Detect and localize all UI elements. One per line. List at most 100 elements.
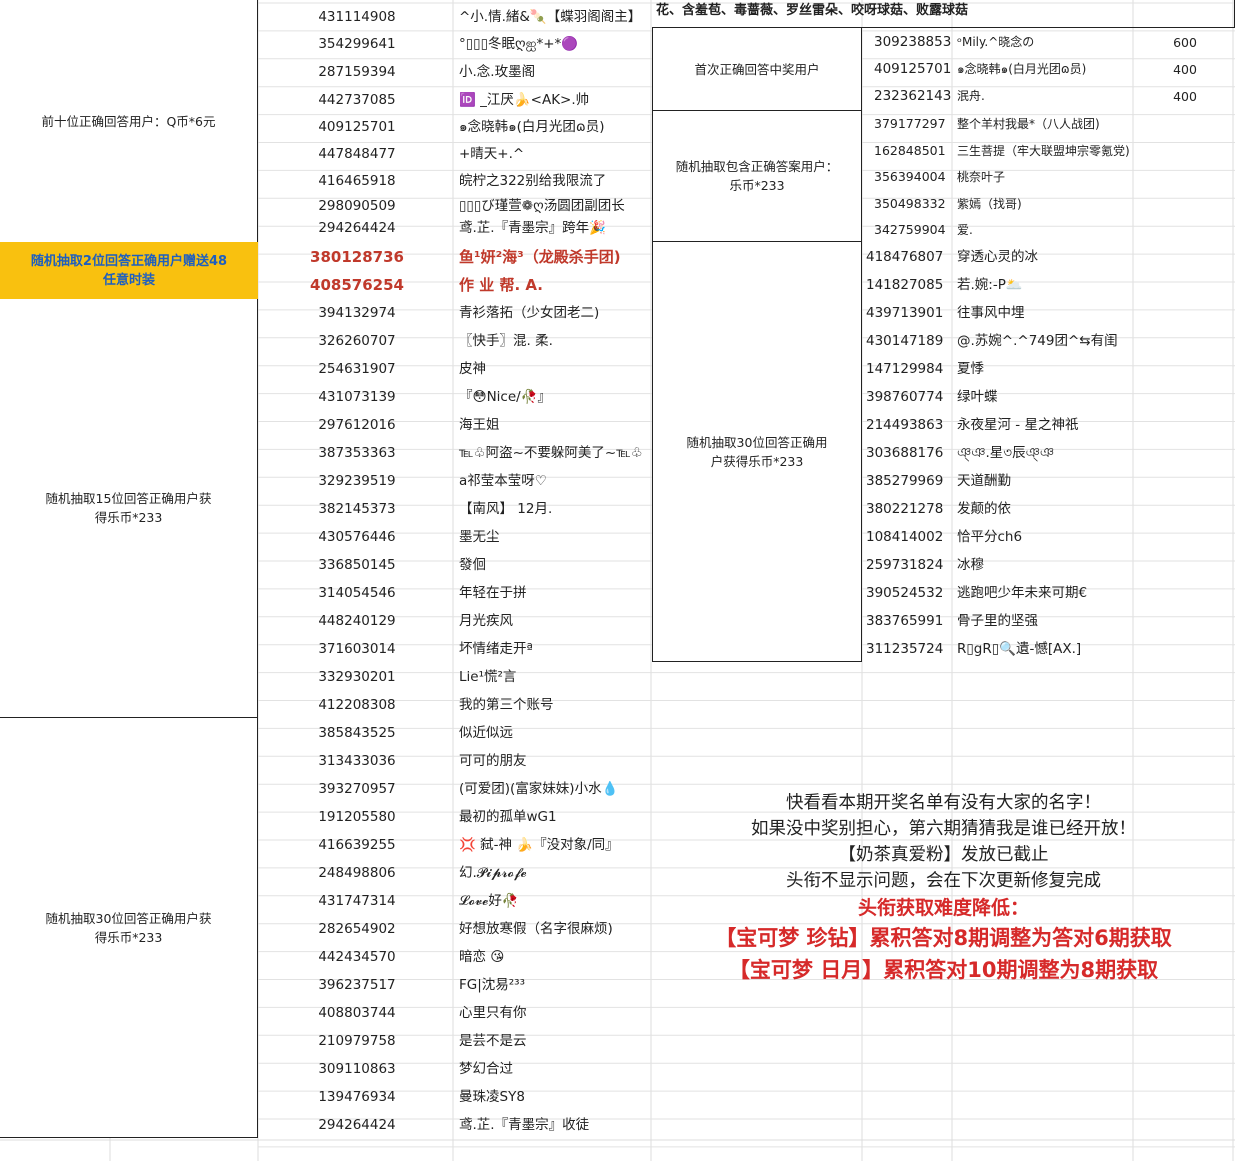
- user-nickname: 〖快手〗混. 柔.: [459, 333, 553, 349]
- user-nickname: 曼珠凌SY8: [459, 1089, 525, 1105]
- user-nickname: 年轻在于拼: [459, 585, 527, 601]
- reward-amount: 600: [1173, 35, 1197, 50]
- announcement-line: 头衔不显示问题，会在下次更新修复完成: [786, 871, 1101, 891]
- user-nickname: 似近似远: [459, 725, 513, 741]
- user-id: 382145373: [318, 501, 396, 517]
- user-nickname: °▯▯▯冬眠ღஐ*+*🟣: [459, 36, 579, 52]
- user-nickname: 【南风】 12月.: [459, 501, 553, 517]
- user-nickname: 是芸不是云: [459, 1033, 527, 1049]
- user-nickname: 青衫落拓（少女团老二): [459, 305, 600, 321]
- user-nickname: 冰穆: [957, 557, 984, 573]
- user-nickname: 幻.𝓟𝓲𝓹𝓻𝓸𝓯𝓮: [459, 865, 527, 881]
- user-id: 416465918: [318, 173, 396, 189]
- user-id: 393270957: [318, 781, 396, 797]
- user-id: 371603014: [318, 641, 396, 657]
- user-id: 298090509: [318, 198, 396, 214]
- user-id: 147129984: [866, 361, 944, 377]
- user-nickname: 心里只有你: [459, 1005, 527, 1021]
- user-nickname: 發佪: [459, 557, 486, 573]
- user-id: 350498332: [874, 195, 946, 211]
- user-id: 408803744: [318, 1005, 396, 1021]
- user-nickname: 鱼¹妍²海³（龙殿杀手团): [459, 248, 621, 266]
- user-nickname: 逃跑吧少年未来可期€: [957, 585, 1088, 601]
- user-id: 387353363: [318, 445, 396, 461]
- user-id: 287159394: [318, 64, 396, 80]
- category-first-correct-label: 首次正确回答中奖用户: [694, 61, 820, 77]
- category-random2-label: 随机抽取2位回答正确用户赠送48任意时装: [30, 253, 228, 288]
- user-id: 390524532: [866, 585, 944, 601]
- user-nickname: 作 业 帮. A.: [459, 276, 543, 294]
- reward-amount: 400: [1173, 62, 1197, 77]
- user-nickname: 💢 弑-神 🍌『没对象/同』: [459, 837, 619, 853]
- user-nickname: 桃奈叶子: [957, 170, 1006, 184]
- user-nickname: 紫嫣（找哥): [957, 196, 1022, 211]
- user-id: 385279969: [866, 473, 944, 489]
- user-id: 303688176: [866, 445, 944, 461]
- user-id: 139476934: [318, 1089, 396, 1105]
- user-id: 412208308: [318, 697, 396, 713]
- user-id: 214493863: [866, 417, 944, 433]
- user-id: 383765991: [866, 613, 944, 629]
- user-id: 342759904: [874, 222, 946, 237]
- user-id: 191205580: [318, 809, 396, 825]
- user-nickname: 可可的朋友: [459, 753, 527, 769]
- user-id: 108414002: [866, 529, 944, 545]
- category-random15: 随机抽取15位回答正确用户获得乐币*233: [0, 299, 258, 718]
- user-nickname: 骨子里的坚强: [957, 613, 1038, 629]
- user-id: 297612016: [318, 417, 396, 433]
- user-id: 336850145: [318, 557, 396, 573]
- category-random30-right-label: 随机抽取30位回答正确用户获得乐币*233: [686, 434, 828, 469]
- user-nickname: (可爱团)(富家妹妹)小水💧: [459, 781, 619, 797]
- user-id: 141827085: [866, 277, 944, 293]
- user-nickname: 绿叶蝶: [957, 389, 998, 405]
- user-id: 379177297: [874, 116, 946, 131]
- user-nickname: 皮神: [459, 361, 486, 377]
- category-random-included: 随机抽取包含正确答案用户：乐币*233: [652, 111, 862, 242]
- announcement: 快看看本期开奖名单有没有大家的名字！ 如果没中奖别担心，第六期猜猜我是谁已经开放…: [652, 790, 1235, 986]
- user-id: 254631907: [318, 361, 396, 377]
- user-nickname: ๑念晓韩๑(白月光团ɷ员): [957, 62, 1087, 76]
- user-nickname: 鸢.芷.『青墨宗』收徒: [459, 1117, 590, 1133]
- user-nickname: FG|沈易²³³: [459, 977, 526, 993]
- user-nickname: 夏悸: [957, 361, 984, 377]
- user-nickname: 恰平分ch6: [957, 529, 1023, 545]
- user-nickname: Lie¹慌²言: [459, 669, 517, 685]
- user-nickname: ℡♧阿盗~不要躲阿美了~℡♧: [459, 445, 643, 461]
- user-nickname: 『😳Nice/🥀』: [459, 389, 552, 405]
- user-nickname: 永夜星河 - 星之神祇: [957, 417, 1079, 433]
- user-id: 294264424: [318, 220, 396, 236]
- user-id: 409125701: [874, 61, 952, 77]
- user-id: 430147189: [866, 333, 944, 349]
- user-nickname: 坏情绪走开ª: [459, 641, 533, 657]
- user-id: 329239519: [318, 473, 396, 489]
- user-nickname: 若.婉:-P🌥️: [957, 277, 1023, 293]
- announcement-line: 【奶茶真爱粉】发放已截止: [838, 845, 1049, 865]
- user-nickname: ▯▯▯び瑾萱❁ღ汤圆团副团长: [459, 198, 625, 214]
- user-id: 416639255: [318, 837, 396, 853]
- user-id: 418476807: [866, 249, 944, 265]
- user-id: 332930201: [318, 669, 396, 685]
- user-id: 326260707: [318, 333, 396, 349]
- user-nickname: ^小.情.緒&🍡【蝶羽阁阁主】: [459, 9, 642, 25]
- user-id: 294264424: [318, 1117, 396, 1133]
- user-nickname: 梦幻合过: [459, 1061, 513, 1077]
- user-id: 309110863: [318, 1061, 396, 1077]
- user-nickname: ঞ্ঞ.星৩辰ঞ্ঞ: [957, 445, 1055, 461]
- user-nickname: 爱.: [957, 223, 973, 237]
- user-id: 385843525: [318, 725, 396, 741]
- user-id: 448240129: [318, 613, 396, 629]
- user-nickname: 穿透心灵的冰: [957, 249, 1038, 265]
- user-id: 380221278: [866, 501, 944, 517]
- announcement-red-line: 【宝可梦 珍钻】累积答对8期调整为答对6期获取: [715, 926, 1172, 950]
- user-nickname: 墨无尘: [459, 529, 500, 545]
- user-nickname: 泯舟.: [957, 89, 985, 103]
- user-id: 314054546: [318, 585, 396, 601]
- user-nickname: @.苏婉^.^749团^⇆有闺: [957, 333, 1118, 349]
- user-id: 439713901: [866, 305, 944, 321]
- user-id: 396237517: [318, 977, 396, 993]
- category-random15-label: 随机抽取15位回答正确用户获得乐币*233: [45, 491, 212, 525]
- user-nickname: 鸢.芷.『青墨宗』跨年🎉: [459, 220, 606, 236]
- user-id: 431114908: [318, 9, 396, 25]
- category-random30-left-label: 随机抽取30位回答正确用户获得乐币*233: [45, 910, 212, 945]
- user-nickname: 整个羊村我最*（八人战团): [957, 117, 1100, 131]
